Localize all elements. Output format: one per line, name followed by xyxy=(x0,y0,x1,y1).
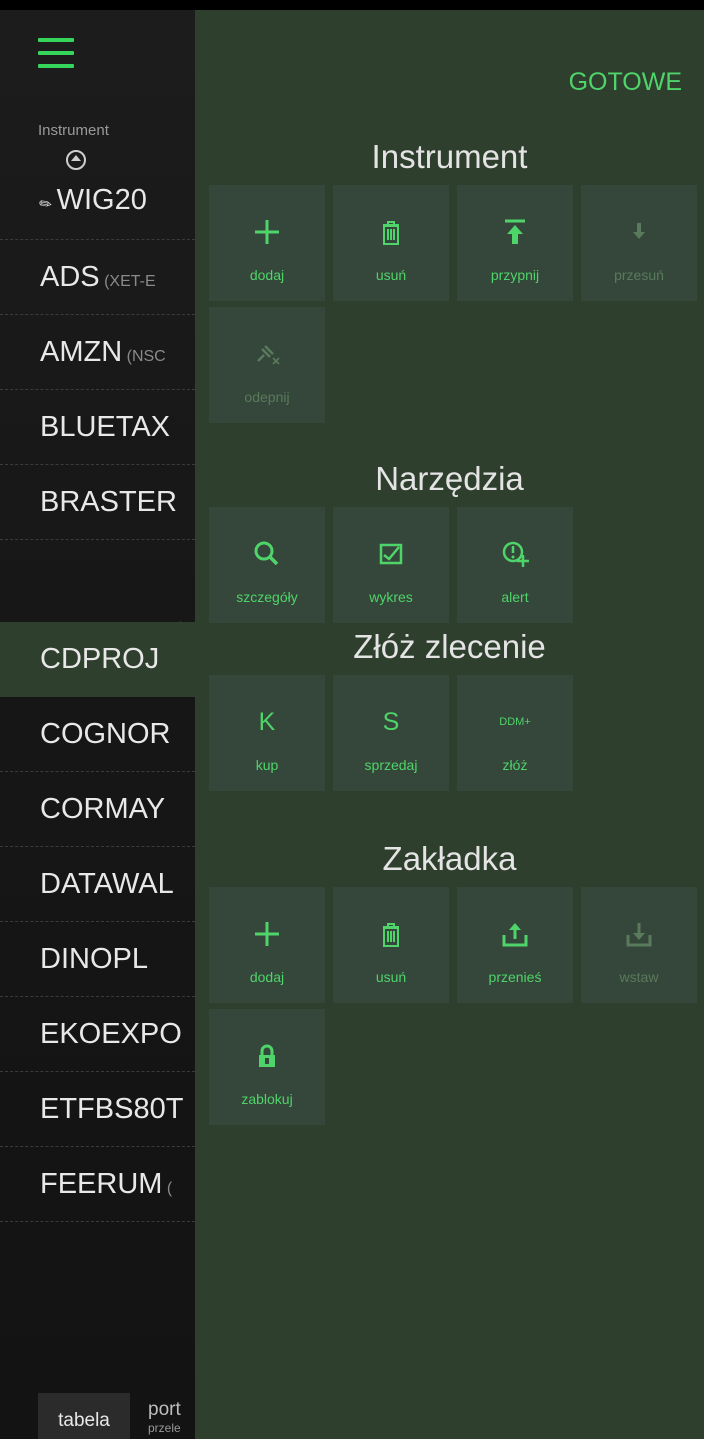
button-label: usuń xyxy=(375,969,407,985)
list-item[interactable]: ✎WIG20 xyxy=(0,180,195,240)
buy-button[interactable]: K kup xyxy=(209,675,325,791)
exchange: (NSC xyxy=(122,348,166,365)
done-button[interactable]: GOTOWE xyxy=(569,68,682,97)
symbol: AMZN xyxy=(40,336,123,368)
section-title-tab: Zakładka xyxy=(382,840,517,877)
button-label: wstaw xyxy=(619,969,659,985)
sell-glyph: S xyxy=(382,708,400,736)
list-item[interactable]: DATAWAL xyxy=(0,847,195,922)
chart-button[interactable]: wykres xyxy=(333,507,449,623)
tab-add-button[interactable]: dodaj xyxy=(209,887,325,1003)
instrument-remove-button[interactable]: usuń xyxy=(333,185,449,301)
button-label: szczegóły xyxy=(236,589,298,605)
plus-icon xyxy=(209,215,325,249)
ddm-order-button[interactable]: DDM+ złóż xyxy=(457,675,573,791)
list-item[interactable]: ADS (XET-E xyxy=(0,240,195,315)
button-label: dodaj xyxy=(249,969,285,985)
button-label: kup xyxy=(255,757,279,773)
details-button[interactable]: szczegóły xyxy=(209,507,325,623)
button-label: sprzedaj xyxy=(364,757,418,773)
button-label: przenieś xyxy=(488,969,542,985)
tab-portfolio[interactable]: port przele xyxy=(148,1399,181,1437)
instrument-pin-button[interactable]: przypnij xyxy=(457,185,573,301)
symbol: BRASTER xyxy=(40,486,177,518)
symbol: COGNOR xyxy=(40,718,171,750)
button-label: wykres xyxy=(369,589,413,605)
button-label: zablokuj xyxy=(241,1091,293,1107)
exchange: ( xyxy=(162,1180,173,1197)
list-item[interactable]: FEERUM ( xyxy=(0,1147,195,1222)
section-title-instrument: Instrument xyxy=(371,138,528,175)
column-header: Instrument xyxy=(38,122,109,139)
symbol: FEERUM xyxy=(40,1168,163,1200)
symbol: ETFBS80T xyxy=(40,1093,184,1125)
list-item[interactable]: ETFBS80T xyxy=(0,1072,195,1147)
symbol: DINOPL xyxy=(40,943,148,975)
instrument-list-pane: Instrument ✎WIG20 ADS (XET-E AMZN (NSC B… xyxy=(0,10,195,1439)
alert-button[interactable]: alert xyxy=(457,507,573,623)
chart-check-icon xyxy=(333,537,449,571)
list-item[interactable]: COGNOR xyxy=(0,697,195,772)
exchange: (XET-E xyxy=(99,273,156,290)
list-item[interactable]: AMZN (NSC xyxy=(0,315,195,390)
symbol: DATAWAL xyxy=(40,868,174,900)
section-title-tools: Narzędzia xyxy=(375,460,524,497)
upload-icon xyxy=(457,917,573,951)
tab-lock-button[interactable]: zablokuj xyxy=(209,1009,325,1125)
symbol: EKOEXPO xyxy=(40,1018,182,1050)
button-label: usuń xyxy=(375,267,407,283)
list-item[interactable]: BRASTER xyxy=(0,465,195,540)
tab-portfolio-sub: przele xyxy=(148,1421,181,1435)
arrow-down-icon xyxy=(581,215,697,249)
list-item[interactable]: DINOPL xyxy=(0,922,195,997)
ddm-glyph: DDM+ xyxy=(499,716,531,728)
alert-add-icon xyxy=(457,537,573,571)
button-label: alert xyxy=(501,589,529,605)
button-label: odepnij xyxy=(244,389,290,405)
sort-up-icon[interactable] xyxy=(66,150,86,170)
status-bar xyxy=(0,0,704,10)
symbol: ADS xyxy=(40,261,100,293)
list-item[interactable]: EKOEXPO xyxy=(0,997,195,1072)
sell-button[interactable]: S sprzedaj xyxy=(333,675,449,791)
tab-move-button[interactable]: przenieś xyxy=(457,887,573,1003)
instrument-move-button[interactable]: przesuń xyxy=(581,185,697,301)
unpin-icon xyxy=(209,337,325,371)
symbol: WIG20 xyxy=(56,184,147,216)
button-label: dodaj xyxy=(249,267,285,283)
tab-portfolio-label: port xyxy=(148,1399,181,1420)
list-item-selected[interactable]: CDPROJ xyxy=(0,622,195,697)
tab-remove-button[interactable]: usuń xyxy=(333,887,449,1003)
list-item[interactable]: CORMAY xyxy=(0,772,195,847)
trash-icon xyxy=(333,917,449,951)
lock-icon xyxy=(209,1039,325,1073)
tab-table[interactable]: tabela xyxy=(38,1393,130,1439)
symbol: BLUETAX xyxy=(40,411,171,443)
plus-icon xyxy=(209,917,325,951)
buy-glyph: K xyxy=(258,708,276,736)
tab-insert-button[interactable]: wstaw xyxy=(581,887,697,1003)
actions-panel: GOTOWE Instrument dodaj usuń przypnij pr… xyxy=(195,10,704,1439)
instrument-unpin-button[interactable]: odepnij xyxy=(209,307,325,423)
button-label: przesuń xyxy=(614,267,664,283)
symbol: CORMAY xyxy=(40,793,166,825)
list-item[interactable]: BLUETAX xyxy=(0,390,195,465)
symbol: CDPROJ xyxy=(40,643,160,675)
button-label: przypnij xyxy=(490,267,540,283)
hamburger-menu-icon[interactable] xyxy=(38,38,74,70)
section-title-order: Złóż zlecenie xyxy=(353,628,546,665)
instrument-add-button[interactable]: dodaj xyxy=(209,185,325,301)
magnifier-icon xyxy=(209,537,325,571)
button-label: złóż xyxy=(502,757,528,773)
download-icon xyxy=(581,917,697,951)
trash-icon xyxy=(333,215,449,249)
pin-top-icon xyxy=(457,215,573,249)
